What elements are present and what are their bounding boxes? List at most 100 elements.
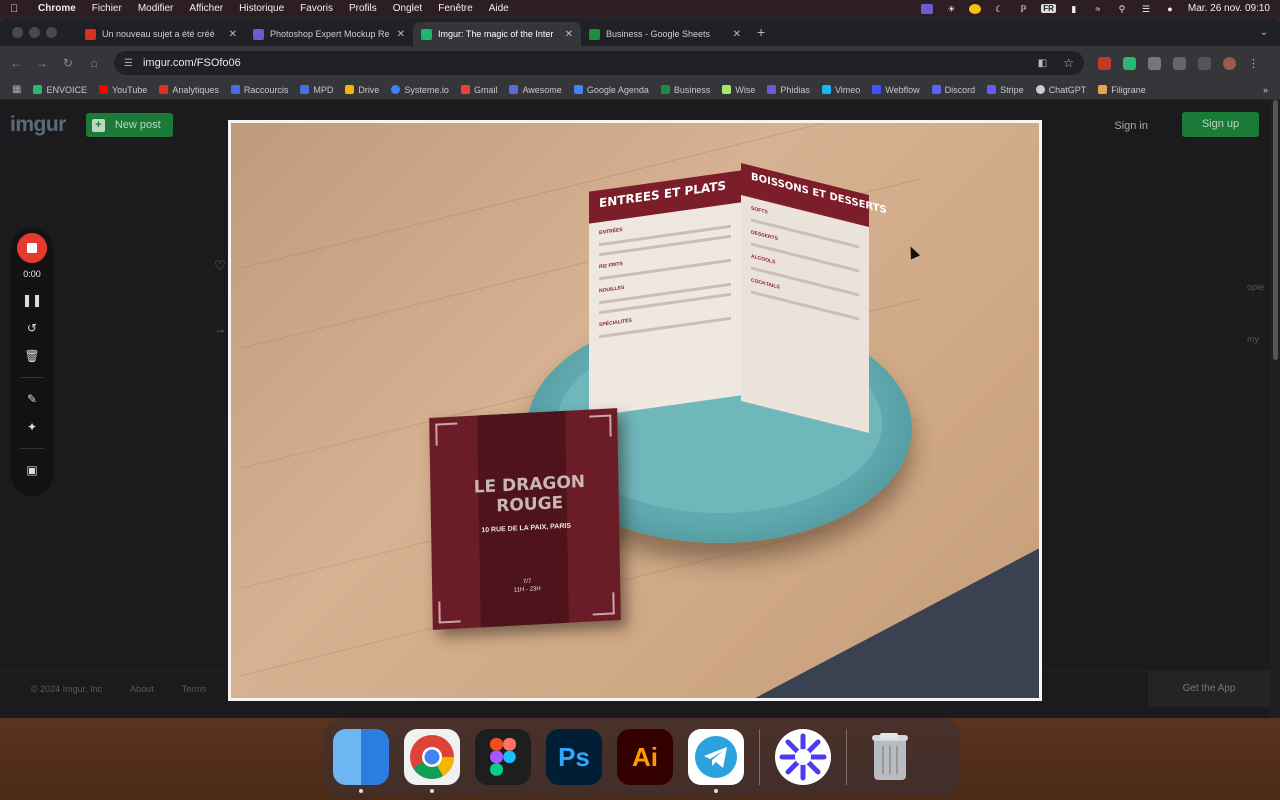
bookmark-star-icon[interactable]: ☆ xyxy=(1063,56,1074,70)
siri-icon[interactable]: ● xyxy=(1164,4,1176,14)
trash-icon[interactable] xyxy=(862,729,918,785)
translate-icon[interactable]: ◧ xyxy=(1038,58,1047,69)
address-url[interactable]: imgur.com/FSOfo06 xyxy=(143,57,241,69)
bookmark-wise[interactable]: Wise xyxy=(722,85,755,95)
pencil-icon[interactable]: ✎ xyxy=(22,392,42,406)
bluetooth-icon[interactable]: ℙ xyxy=(1017,4,1029,14)
profile-avatar[interactable] xyxy=(1223,56,1236,70)
close-tab-icon[interactable]: ✕ xyxy=(565,29,573,40)
sign-up-button[interactable]: Sign up xyxy=(1182,112,1259,137)
photoshop-icon[interactable]: Ps xyxy=(546,729,602,785)
sun-icon[interactable]: ☀ xyxy=(945,4,957,14)
menu-item-favoris[interactable]: Favoris xyxy=(300,3,333,14)
finder-icon[interactable] xyxy=(333,729,389,793)
bookmark-google-agenda[interactable]: Google Agenda xyxy=(573,85,649,95)
telegram-icon[interactable] xyxy=(688,729,744,793)
menu-app-name[interactable]: Chrome xyxy=(38,3,76,14)
menu-item-historique[interactable]: Historique xyxy=(239,3,284,14)
extension-green-icon[interactable] xyxy=(1123,56,1136,70)
bookmark-analytiques[interactable]: Analytiques xyxy=(159,85,219,95)
menu-item-modifier[interactable]: Modifier xyxy=(138,3,174,14)
new-tab-icon[interactable]: + xyxy=(757,24,765,40)
reload-icon[interactable]: ↻ xyxy=(62,56,74,70)
footer-about-link[interactable]: About xyxy=(130,684,154,694)
menu-item-onglet[interactable]: Onglet xyxy=(393,3,422,14)
apple-icon[interactable]:  xyxy=(10,3,24,15)
camera-extension-icon[interactable] xyxy=(1148,56,1161,70)
bookmark-awesome[interactable]: Awesome xyxy=(509,85,562,95)
more-bookmarks-icon[interactable]: » xyxy=(1263,85,1268,95)
forward-icon[interactable]: → xyxy=(36,56,48,70)
input-source-badge[interactable]: FR xyxy=(1041,4,1056,13)
imgur-logo[interactable]: imgur xyxy=(10,113,66,137)
chrome-icon[interactable] xyxy=(404,729,460,793)
menu-item-afficher[interactable]: Afficher xyxy=(189,3,223,14)
minimize-window-button[interactable] xyxy=(29,26,40,38)
extension-red-icon[interactable] xyxy=(1098,56,1111,70)
tab-photoshop-mockup[interactable]: Photoshop Expert Mockup Re ✕ xyxy=(245,22,413,46)
share-arrow-icon[interactable]: → xyxy=(214,322,226,336)
restart-icon[interactable]: ↺ xyxy=(22,321,42,335)
apps-grid-icon[interactable]: ▦ xyxy=(12,84,21,95)
bookmark-systeme[interactable]: Systeme.io xyxy=(391,85,449,95)
menu-item-aide[interactable]: Aide xyxy=(489,3,509,14)
chrome-menu-icon[interactable]: ⋮ xyxy=(1248,57,1259,70)
bookmark-gmail[interactable]: Gmail xyxy=(460,85,497,95)
menu-item-fichier[interactable]: Fichier xyxy=(92,3,122,14)
extensions-puzzle-icon[interactable] xyxy=(1173,56,1186,70)
bookmark-discord[interactable]: Discord xyxy=(931,85,975,95)
download-icon[interactable] xyxy=(1198,56,1211,70)
moon-icon[interactable]: ☾ xyxy=(993,4,1005,14)
address-bar[interactable]: ☰ imgur.com/FSOfo06 ◧ ☆ xyxy=(114,51,1084,75)
trash-icon[interactable]: 🗑 xyxy=(22,349,42,363)
tab-gmail[interactable]: Un nouveau sujet a été créé ✕ xyxy=(77,22,245,46)
bookmark-filigrane[interactable]: Filigrane xyxy=(1098,85,1146,95)
bookmark-stripe[interactable]: Stripe xyxy=(987,85,1024,95)
close-tab-icon[interactable]: ✕ xyxy=(397,29,405,40)
bookmark-mpd[interactable]: MPD xyxy=(300,85,333,95)
ghost-icon[interactable] xyxy=(969,3,982,14)
site-info-icon[interactable]: ☰ xyxy=(124,58,133,69)
close-tab-icon[interactable]: ✕ xyxy=(733,29,741,40)
screen-recorder-icon[interactable] xyxy=(921,3,934,14)
perplexity-icon[interactable] xyxy=(775,729,831,785)
close-window-button[interactable] xyxy=(12,26,23,38)
page-scrollbar[interactable] xyxy=(1270,100,1280,718)
stop-recording-button[interactable] xyxy=(17,233,47,263)
bookmark-raccourcis[interactable]: Raccourcis xyxy=(230,85,288,95)
heart-icon[interactable]: ♡ xyxy=(214,258,226,274)
wifi-icon[interactable]: ≈ xyxy=(1092,4,1104,14)
tab-search-chevron-icon[interactable]: ⌄ xyxy=(1260,27,1268,38)
get-app-button[interactable]: Get the App xyxy=(1148,671,1270,707)
bookmark-envoice[interactable]: ENVOICE xyxy=(33,85,87,95)
bookmark-webflow[interactable]: Webflow xyxy=(872,85,920,95)
home-icon[interactable]: ⌂ xyxy=(88,56,100,70)
camera-icon[interactable]: ▣ xyxy=(22,463,42,477)
bookmark-business[interactable]: Business xyxy=(660,85,710,95)
sign-in-link[interactable]: Sign in xyxy=(1114,120,1148,132)
menu-item-fenetre[interactable]: Fenêtre xyxy=(438,3,472,14)
menu-clock[interactable]: Mar. 26 nov. 09:10 xyxy=(1188,3,1270,14)
new-post-button[interactable]: + New post xyxy=(85,113,173,137)
menu-item-profils[interactable]: Profils xyxy=(349,3,377,14)
tab-google-sheets[interactable]: Business - Google Sheets ✕ xyxy=(581,22,749,46)
bookmark-chatgpt[interactable]: ChatGPT xyxy=(1035,85,1086,95)
image-lightbox[interactable]: ENTREES ET PLATS ENTRÉES RIZ FRITS NOUIL… xyxy=(228,120,1042,701)
illustrator-icon[interactable]: Ai xyxy=(617,729,673,785)
bookmark-vimeo[interactable]: Vimeo xyxy=(821,85,860,95)
footer-terms-link[interactable]: Terms xyxy=(182,684,207,694)
effects-wand-icon[interactable]: ✦ xyxy=(22,420,42,434)
close-tab-icon[interactable]: ✕ xyxy=(229,29,237,40)
figma-icon[interactable] xyxy=(475,729,531,785)
control-center-icon[interactable]: ☰ xyxy=(1140,4,1152,14)
maximize-window-button[interactable] xyxy=(46,26,57,38)
bookmark-youtube[interactable]: YouTube xyxy=(98,85,147,95)
tab-imgur[interactable]: Imgur: The magic of the Inter ✕ xyxy=(413,22,581,46)
search-icon[interactable]: ⚲ xyxy=(1116,4,1128,14)
pause-icon[interactable]: ❚❚ xyxy=(22,293,42,307)
bookmark-phidias[interactable]: Phidias xyxy=(767,85,810,95)
back-icon[interactable]: ← xyxy=(10,56,22,70)
scrollbar-thumb[interactable] xyxy=(1273,100,1278,360)
battery-icon[interactable]: ▮ xyxy=(1068,4,1080,14)
bookmark-drive[interactable]: Drive xyxy=(345,85,379,95)
